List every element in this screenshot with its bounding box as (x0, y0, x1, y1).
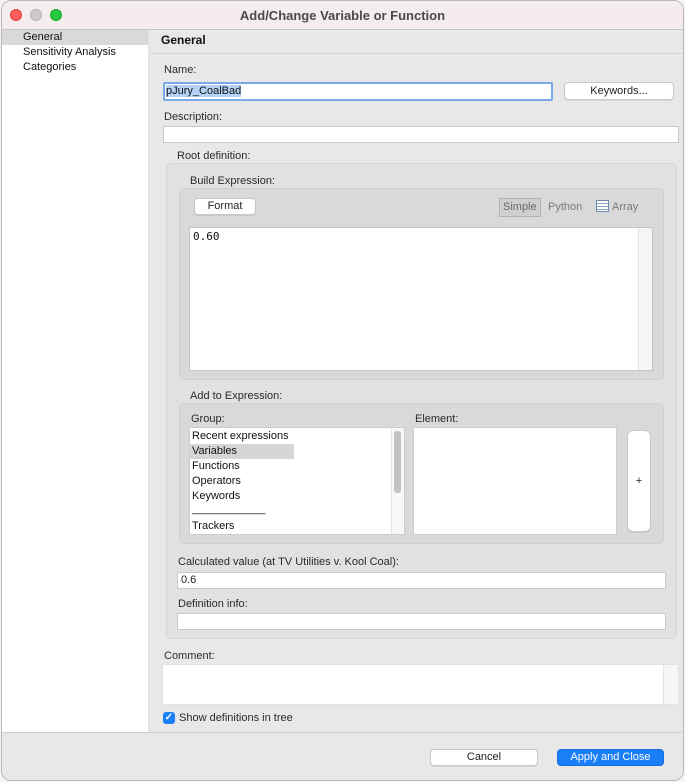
sidebar-item-general[interactable]: General (2, 30, 148, 45)
main-panel: General Name: pJury_CoalBad Keywords... … (150, 30, 683, 732)
description-input[interactable] (163, 126, 679, 143)
keywords-button[interactable]: Keywords... (564, 82, 674, 100)
group-label: Group: (191, 413, 225, 425)
group-item-operators[interactable]: Operators (190, 474, 404, 489)
root-definition-label: Root definition: (177, 150, 251, 162)
comment-scrollbar[interactable] (663, 665, 678, 704)
calculated-value-field: 0.6 (177, 572, 666, 589)
name-input-value: pJury_CoalBad (166, 85, 242, 97)
format-button[interactable]: Format (194, 198, 256, 215)
group-item-separator: ____________ (192, 503, 266, 515)
group-list-scrollbar[interactable] (391, 428, 404, 534)
group-list-scroll-thumb[interactable] (394, 431, 401, 493)
build-expression-label: Build Expression: (190, 175, 275, 187)
section-title: General (150, 30, 683, 54)
calculated-value-label: Calculated value (at TV Utilities v. Koo… (178, 556, 399, 568)
sidebar: General Sensitivity Analysis Categories (2, 30, 149, 732)
apply-and-close-button[interactable]: Apply and Close (557, 749, 664, 766)
group-item-trackers[interactable]: Trackers (190, 519, 404, 534)
cancel-button[interactable]: Cancel (430, 749, 538, 766)
mode-array-button[interactable]: Array (596, 199, 638, 218)
add-element-button[interactable]: + (627, 430, 651, 532)
dialog-window: Add/Change Variable or Function General … (1, 0, 684, 781)
sidebar-item-sensitivity-analysis[interactable]: Sensitivity Analysis (2, 45, 148, 60)
show-definitions-label: Show definitions in tree (179, 712, 293, 724)
name-label: Name: (164, 64, 197, 76)
description-label: Description: (164, 111, 223, 123)
group-item-recent-expressions[interactable]: Recent expressions (190, 429, 404, 444)
table-icon (596, 200, 609, 212)
comment-input[interactable] (162, 664, 679, 705)
comment-label: Comment: (164, 650, 215, 662)
group-item-variables[interactable]: Variables (190, 444, 294, 459)
title-bar[interactable]: Add/Change Variable or Function (2, 1, 683, 30)
definition-info-field[interactable] (177, 613, 666, 630)
expression-editor[interactable]: 0.60 (189, 227, 653, 371)
expression-text: 0.60 (193, 230, 220, 243)
group-list[interactable]: Recent expressions Variables Functions O… (189, 427, 405, 535)
add-to-expression-label: Add to Expression: (190, 390, 283, 402)
group-item-functions[interactable]: Functions (190, 459, 404, 474)
group-item-keywords[interactable]: Keywords (190, 489, 404, 504)
element-list[interactable] (413, 427, 617, 535)
expression-scrollbar[interactable] (638, 228, 652, 370)
window-title: Add/Change Variable or Function (239, 8, 446, 23)
mode-simple-button[interactable]: Simple (499, 198, 541, 217)
definition-info-label: Definition info: (178, 598, 248, 610)
element-label: Element: (415, 413, 459, 425)
mode-python-button[interactable]: Python (548, 199, 582, 218)
name-input[interactable]: pJury_CoalBad (163, 82, 553, 101)
dialog-footer: Cancel Apply and Close (2, 732, 683, 780)
mode-array-label: Array (612, 201, 639, 213)
sidebar-item-categories[interactable]: Categories (2, 60, 148, 75)
show-definitions-checkbox[interactable]: ✓ (163, 712, 175, 724)
